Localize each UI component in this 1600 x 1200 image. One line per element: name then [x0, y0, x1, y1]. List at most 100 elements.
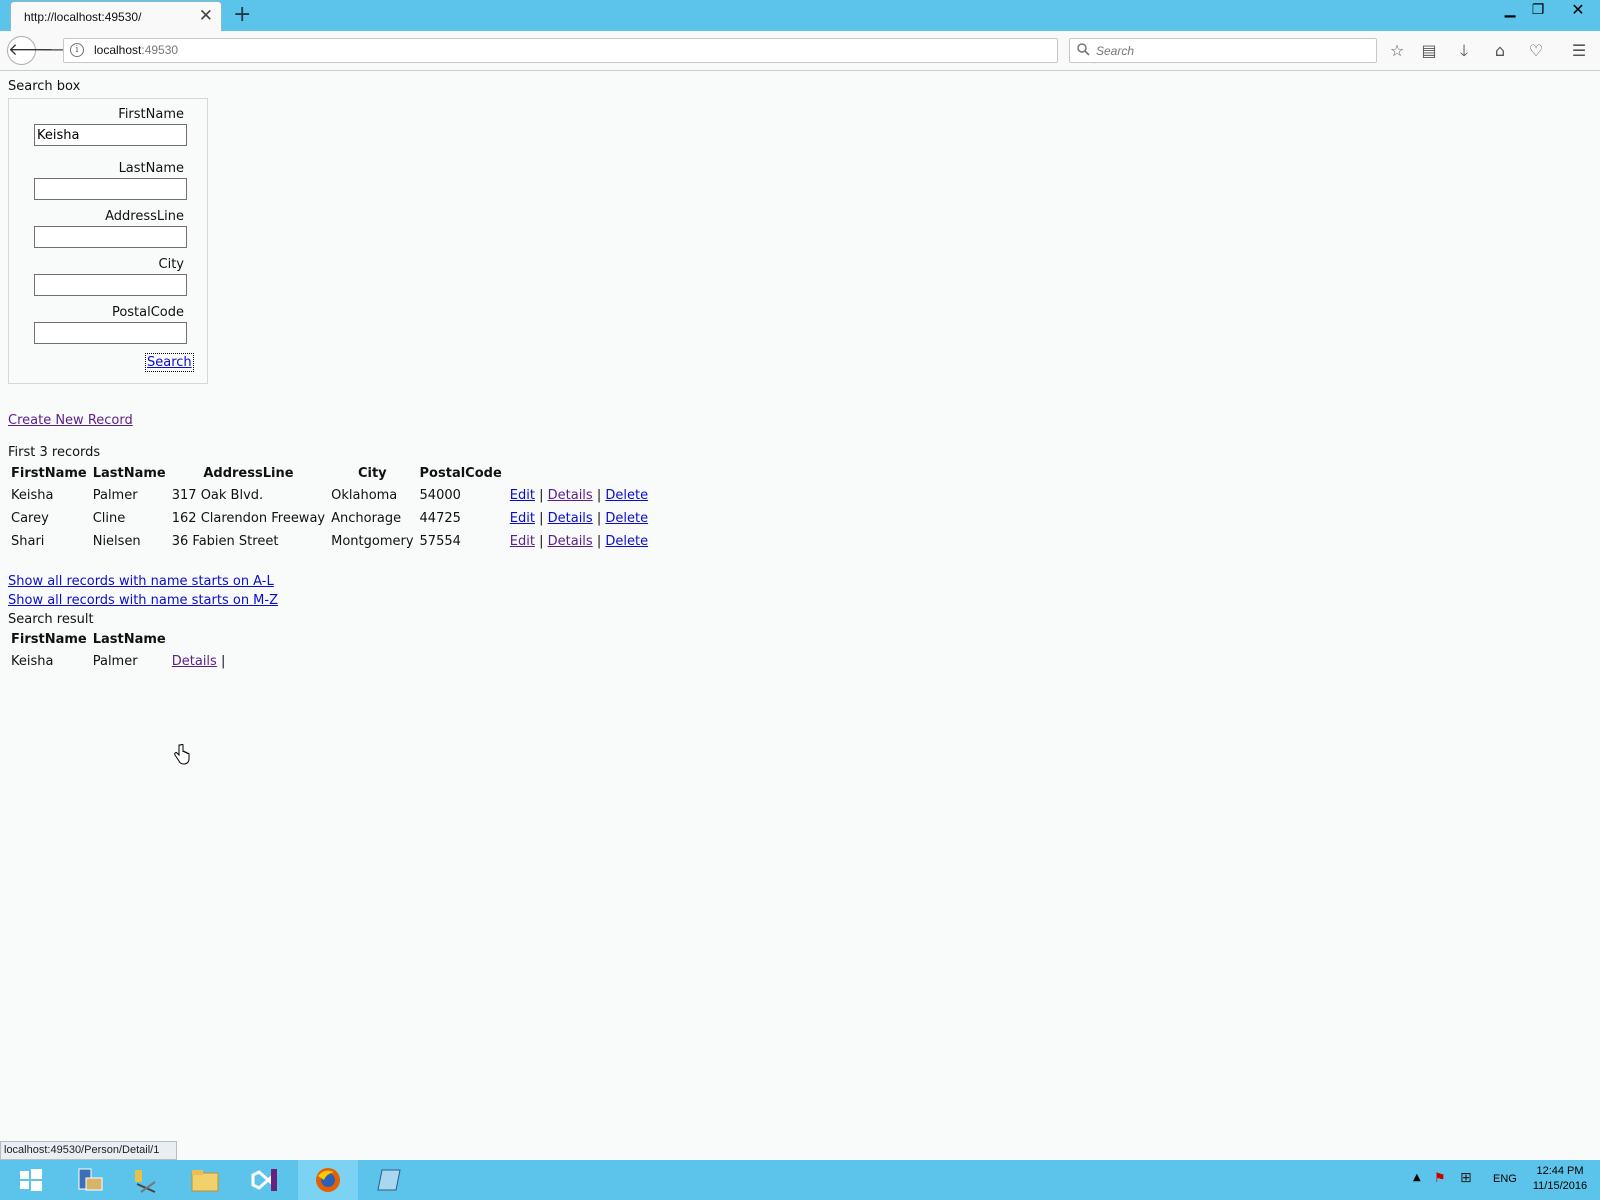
close-window-button[interactable]: ✕: [1556, 0, 1600, 22]
clock[interactable]: 12:44 PM 11/15/2016: [1525, 1164, 1595, 1194]
search-result-header-row: FirstName LastName: [8, 629, 228, 650]
cell-addressline: 36 Fabien Street: [171, 534, 279, 549]
reading-list-icon[interactable]: ▤: [1417, 40, 1441, 62]
restore-window-button[interactable]: ❐: [1524, 0, 1552, 22]
windows-logo-icon: [20, 1169, 42, 1191]
postalcode-label: PostalCode: [111, 305, 184, 320]
clock-time: 12:44 PM: [1536, 1165, 1584, 1177]
details-link[interactable]: Details: [172, 654, 217, 669]
delete-link[interactable]: Delete: [605, 511, 648, 526]
column-header-lastname: LastName: [92, 466, 166, 481]
cell-actions: Edit | Details | Delete: [505, 507, 651, 530]
create-new-record-link[interactable]: Create New Record: [8, 413, 133, 428]
details-link[interactable]: Details: [548, 511, 593, 526]
action-separator: |: [539, 534, 544, 549]
taskbar-file-explorer[interactable]: [175, 1160, 235, 1200]
search-icon: [1077, 43, 1090, 60]
table-row: Carey Cline 162 Clarendon Freeway Anchor…: [8, 507, 651, 530]
filter-a-l-link[interactable]: Show all records with name starts on A-L: [8, 574, 274, 589]
taskbar-firefox[interactable]: [298, 1160, 358, 1200]
navigation-toolbar: 🡐 🡒 i localhost:49530 ↻ Search ☆ ▤ 🡓 ⌂ ♡…: [0, 31, 1600, 71]
taskbar-notepad[interactable]: [360, 1160, 420, 1200]
cell-addressline: 162 Clarendon Freeway: [171, 511, 326, 526]
records-caption: First 3 records: [8, 445, 101, 460]
search-placeholder: Search: [1096, 44, 1135, 58]
table-row: Shari Nielsen 36 Fabien Street Montgomer…: [8, 530, 651, 553]
search-result-caption: Search result: [8, 612, 94, 627]
server-manager-icon: [78, 1168, 103, 1191]
taskbar-server-manager[interactable]: [60, 1160, 120, 1200]
action-center-flag-icon[interactable]: ⚑: [1434, 1171, 1446, 1186]
cell-firstname: Shari: [11, 534, 45, 549]
column-header-postalcode: PostalCode: [419, 466, 502, 481]
browser-tab-bar: http://localhost:49530/ ✕ + ▁ ❐ ✕: [0, 0, 1600, 31]
action-separator: |: [220, 654, 226, 669]
firstname-input[interactable]: [34, 124, 187, 146]
details-link[interactable]: Details: [548, 488, 593, 503]
edit-link[interactable]: Edit: [510, 534, 535, 549]
postalcode-input[interactable]: [34, 322, 187, 344]
visual-studio-icon: [251, 1169, 277, 1191]
browser-tab[interactable]: http://localhost:49530/ ✕: [10, 1, 222, 31]
column-header-city: City: [357, 466, 387, 481]
action-separator: |: [596, 488, 602, 503]
cell-actions: Edit | Details | Delete: [505, 530, 651, 553]
city-label: City: [158, 257, 184, 272]
cell-firstname: Carey: [11, 511, 49, 526]
delete-link[interactable]: Delete: [605, 534, 648, 549]
forward-button[interactable]: 🡒: [40, 39, 83, 61]
cell-lastname: Nielsen: [92, 534, 141, 549]
network-icon[interactable]: ⊞: [1460, 1170, 1472, 1186]
tab-title: http://localhost:49530/: [24, 10, 142, 24]
column-header-actions: [505, 463, 651, 484]
city-input[interactable]: [34, 274, 187, 296]
search-result-table: FirstName LastName Keisha Palmer Details…: [8, 629, 228, 673]
url-host: localhost: [94, 43, 142, 57]
url-text[interactable]: localhost:49530: [94, 43, 178, 57]
download-icon[interactable]: 🡓: [1452, 40, 1476, 62]
addressline-label: AddressLine: [105, 209, 184, 224]
hand-cursor-icon: [174, 744, 190, 765]
minimize-window-button[interactable]: ▁: [1496, 0, 1524, 22]
taskbar-visual-studio[interactable]: [235, 1160, 295, 1200]
action-separator: |: [596, 534, 602, 549]
column-header-actions: [169, 629, 229, 650]
language-indicator[interactable]: ENG: [1493, 1173, 1517, 1185]
cell-firstname: Keisha: [11, 488, 54, 503]
filter-m-z-link[interactable]: Show all records with name starts on M-Z: [8, 593, 278, 608]
addressline-input[interactable]: [34, 226, 187, 248]
site-info-icon[interactable]: i: [70, 43, 84, 57]
status-bar: localhost:49530/Person/Detail/1: [0, 1141, 177, 1160]
close-tab-icon[interactable]: ✕: [199, 6, 213, 26]
records-table: FirstName LastName AddressLine City Post…: [8, 463, 651, 553]
bookmark-star-icon[interactable]: ☆: [1385, 40, 1409, 62]
firstname-label: FirstName: [118, 107, 184, 122]
delete-link[interactable]: Delete: [605, 488, 648, 503]
search-bar[interactable]: Search: [1069, 38, 1377, 63]
menu-icon[interactable]: ☰: [1567, 40, 1591, 62]
cell-postalcode: 54000: [419, 488, 461, 503]
start-button[interactable]: [0, 1160, 60, 1200]
new-tab-icon[interactable]: +: [233, 3, 251, 27]
edit-link[interactable]: Edit: [510, 488, 535, 503]
lastname-input[interactable]: [34, 178, 187, 200]
details-link[interactable]: Details: [548, 534, 593, 549]
tools-icon: [135, 1170, 156, 1193]
cell-city: Montgomery: [331, 534, 414, 549]
edit-link[interactable]: Edit: [510, 511, 535, 526]
cell-lastname: Palmer: [92, 488, 138, 503]
back-button[interactable]: 🡐: [7, 36, 54, 65]
clock-date: 11/15/2016: [1532, 1180, 1588, 1192]
address-bar[interactable]: i localhost:49530 ↻: [63, 38, 1113, 64]
home-icon[interactable]: ⌂: [1488, 40, 1512, 62]
windows-taskbar: ▲ ⚑ ⊞ ENG 12:44 PM 11/15/2016: [0, 1160, 1600, 1200]
show-hidden-icons[interactable]: ▲: [1413, 1172, 1421, 1183]
taskbar-admin-tools[interactable]: [115, 1160, 175, 1200]
column-header-firstname: FirstName: [11, 466, 87, 481]
action-separator: |: [596, 511, 602, 526]
pocket-icon[interactable]: ♡: [1524, 40, 1548, 62]
search-button[interactable]: Search: [145, 353, 194, 372]
cell-actions: Details |: [169, 650, 229, 673]
column-header-lastname: LastName: [92, 632, 166, 647]
search-box: FirstName LastName AddressLine City Post…: [8, 98, 208, 384]
